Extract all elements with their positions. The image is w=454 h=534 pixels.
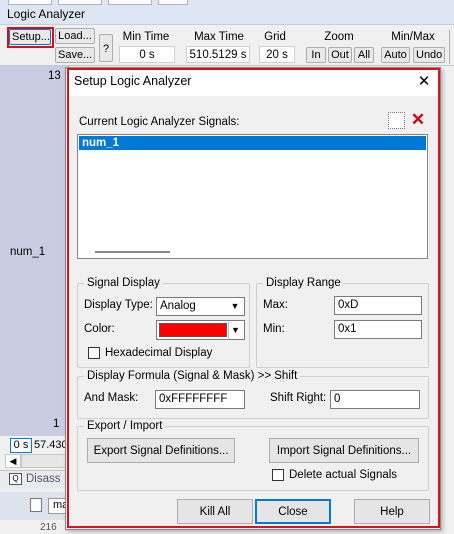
min-time-value: 0 s xyxy=(119,46,175,63)
min-input[interactable]: 0x1 xyxy=(334,320,422,339)
disassembly-tab[interactable]: Q Disass xyxy=(0,470,70,488)
toolbar: Setup... Load... Save... ? Min Time 0 s … xyxy=(0,26,454,66)
signal-display-legend: Signal Display xyxy=(87,277,160,289)
toolbar-overflow xyxy=(449,30,454,64)
close-button[interactable]: Close xyxy=(255,499,331,524)
list-scrollbar-thumb[interactable] xyxy=(95,251,170,253)
horizontal-scrollbar[interactable] xyxy=(21,454,70,468)
dialog-title-text: Setup Logic Analyzer xyxy=(74,74,192,88)
max-time-value: 510.5129 s xyxy=(186,46,250,63)
and-mask-label: And Mask: xyxy=(84,392,139,404)
auto-button[interactable]: Auto xyxy=(381,47,410,63)
export-button[interactable]: Export Signal Definitions... xyxy=(87,438,235,463)
zoom-label: Zoom xyxy=(324,31,354,43)
zoom-out-button[interactable]: Out xyxy=(328,47,352,63)
signals-header: Current Logic Analyzer Signals: ✕ xyxy=(77,110,430,132)
signal-panel: 13 num_1 1 xyxy=(0,66,69,436)
dialog-title: Setup Logic Analyzer ✕ xyxy=(66,68,440,96)
window-title: Logic Analyzer xyxy=(0,5,454,25)
close-icon[interactable]: ✕ xyxy=(414,72,434,92)
delete-signal-icon[interactable]: ✕ xyxy=(408,110,428,130)
import-button[interactable]: Import Signal Definitions... xyxy=(269,438,419,463)
color-select[interactable]: ▼ xyxy=(156,320,245,340)
max-time-label: Max Time xyxy=(194,31,244,43)
dropdown-arrow-icon: ▼ xyxy=(228,322,242,338)
display-type-value: Analog xyxy=(160,300,196,312)
min-time-label: Min Time xyxy=(122,31,170,43)
delete-signals-checkbox[interactable] xyxy=(272,469,284,481)
grid-value: 20 s xyxy=(259,46,295,63)
bottom-value: 1 xyxy=(53,418,60,430)
signal-list-item[interactable]: num_1 xyxy=(79,136,426,150)
help-dialog-button[interactable]: Help xyxy=(354,499,430,524)
time-value: 57.430 xyxy=(34,439,68,451)
export-import-legend: Export / Import xyxy=(87,420,163,432)
time-start: 0 s xyxy=(10,438,32,453)
zoom-all-button[interactable]: All xyxy=(354,47,374,63)
formula-legend: Display Formula (Signal & Mask) >> Shift xyxy=(87,370,298,382)
help-button[interactable]: ? xyxy=(99,34,113,62)
scroll-left-icon[interactable]: ◀ xyxy=(5,454,21,468)
hex-display-label: Hexadecimal Display xyxy=(105,347,213,359)
undo-button[interactable]: Undo xyxy=(413,47,445,63)
setup-dialog: Setup Logic Analyzer ✕ Current Logic Ana… xyxy=(65,67,441,530)
top-value: 13 xyxy=(48,70,61,82)
zoom-in-button[interactable]: In xyxy=(306,47,326,63)
max-input[interactable]: 0xD xyxy=(334,296,422,315)
hex-display-checkbox[interactable] xyxy=(88,347,100,359)
disassembly-tab-label: Disass xyxy=(26,473,61,485)
status-area: 0 s 57.430 ◀ Q Disass ma 216 xyxy=(0,436,70,534)
editor-tabs: ma xyxy=(0,492,70,520)
chevron-down-icon: ▼ xyxy=(230,301,240,311)
min-label: Min: xyxy=(263,323,285,335)
display-range-legend: Display Range xyxy=(266,277,341,289)
shift-right-label: Shift Right: xyxy=(270,392,327,404)
new-signal-icon[interactable] xyxy=(388,112,405,129)
delete-signals-label: Delete actual Signals xyxy=(289,469,398,481)
shift-right-input[interactable]: 0 xyxy=(330,390,420,409)
and-mask-input[interactable]: 0xFFFFFFFF xyxy=(155,390,245,409)
save-button[interactable]: Save... xyxy=(55,47,95,63)
signal-name[interactable]: num_1 xyxy=(10,246,45,258)
file-icon xyxy=(30,498,42,512)
load-button[interactable]: Load... xyxy=(55,28,95,44)
color-swatch xyxy=(159,323,227,337)
display-type-label: Display Type: xyxy=(84,299,153,311)
editor-line-number: 216 xyxy=(40,522,57,533)
max-label: Max: xyxy=(263,299,288,311)
kill-all-button[interactable]: Kill All xyxy=(177,499,253,524)
disassembly-icon: Q xyxy=(9,473,22,485)
minmax-label: Min/Max xyxy=(391,31,435,43)
signals-list[interactable]: num_1 xyxy=(77,134,428,259)
color-label: Color: xyxy=(84,323,115,335)
display-type-select[interactable]: Analog ▼ xyxy=(156,297,245,316)
setup-highlight xyxy=(7,27,54,48)
grid-label: Grid xyxy=(264,31,286,43)
signals-label: Current Logic Analyzer Signals: xyxy=(79,116,240,128)
